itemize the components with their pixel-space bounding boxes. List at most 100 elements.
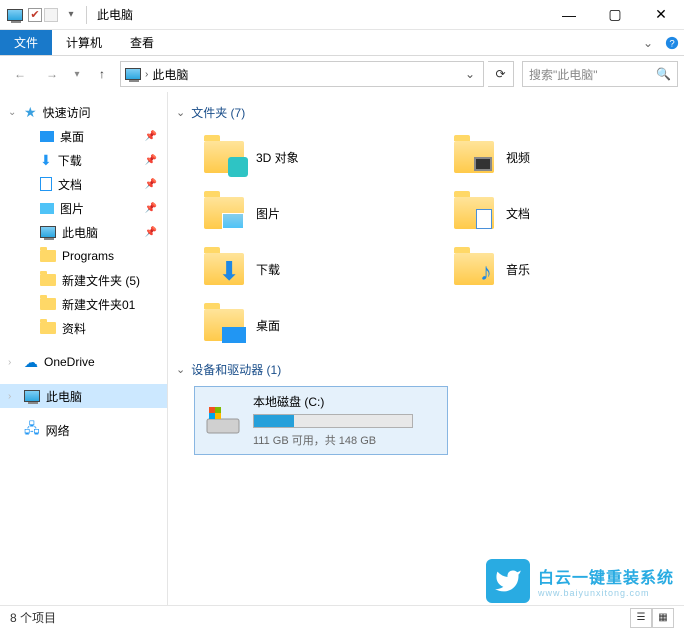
drive-icon [203,401,243,441]
drive-c[interactable]: 本地磁盘 (C:) 111 GB 可用，共 148 GB [194,386,448,455]
details-view-button[interactable]: ☰ [630,608,652,628]
sidebar-item-label: Programs [62,249,114,263]
download-icon: ⬇ [40,152,52,169]
star-icon: ★ [24,104,37,121]
folder-label: 3D 对象 [256,149,299,166]
sidebar-item-label: 此电脑 [62,224,98,241]
sidebar-quick-access[interactable]: ⌄ ★ 快速访问 [0,100,167,124]
placeholder-icon[interactable] [44,8,58,22]
chevron-right-icon[interactable]: › [8,391,11,402]
document-icon [452,191,496,235]
folder-label: 下载 [256,261,280,278]
address-dropdown-icon[interactable]: ⌄ [461,67,479,81]
icons-view-button[interactable]: ▦ [652,608,674,628]
recent-dropdown-icon[interactable]: ▾ [70,60,84,88]
group-header-drives[interactable]: ⌄ 设备和驱动器 (1) [176,361,684,378]
pin-icon: 📌 [145,227,157,238]
group-header-folders[interactable]: ⌄ 文件夹 (7) [176,104,684,121]
sidebar-item-label: 新建文件夹01 [62,296,135,313]
chevron-down-icon[interactable]: ⌄ [176,106,185,119]
pc-icon [125,68,141,80]
music-icon: ♪ [452,247,496,291]
main-area: ⌄ ★ 快速访问 桌面📌 ⬇下载📌 文档📌 图片📌 此电脑📌 Programs … [0,92,684,605]
sidebar-item-label: 文档 [58,176,82,193]
cloud-icon: ☁ [24,354,38,371]
sidebar: ⌄ ★ 快速访问 桌面📌 ⬇下载📌 文档📌 图片📌 此电脑📌 Programs … [0,92,168,605]
sidebar-item-desktop[interactable]: 桌面📌 [0,124,167,148]
sidebar-thispc[interactable]: › 此电脑 [0,384,167,408]
breadcrumb-location[interactable]: 此电脑 [152,66,188,83]
sidebar-onedrive[interactable]: › ☁ OneDrive [0,350,167,374]
pc-icon [40,226,56,238]
ribbon-tabs: 文件 计算机 查看 ⌄ ? [0,30,684,56]
drive-name: 本地磁盘 (C:) [253,393,439,410]
tab-view[interactable]: 查看 [116,30,168,55]
watermark-line1: 白云一键重装系统 [538,564,674,588]
folder-desktop[interactable]: 桌面 [176,297,426,353]
status-text: 8 个项目 [10,609,56,626]
search-placeholder: 搜索"此电脑" [529,66,598,83]
folder-music[interactable]: ♪ 音乐 [426,241,676,297]
sidebar-item-ziliao[interactable]: 资料 [0,316,167,340]
sidebar-item-documents[interactable]: 文档📌 [0,172,167,196]
sidebar-item-pictures[interactable]: 图片 📌 [0,196,167,220]
breadcrumb[interactable]: › 此电脑 [125,66,188,83]
chevron-down-icon[interactable]: ⌄ [176,363,185,376]
folder-icon [40,274,56,286]
folder-3dobjects[interactable]: 3D 对象 [176,129,426,185]
search-icon[interactable]: 🔍 [656,67,671,81]
up-button[interactable]: ↑ [88,60,116,88]
tab-computer[interactable]: 计算机 [52,30,116,55]
watermark-icon [486,559,530,603]
folder-pictures[interactable]: 图片 [176,185,426,241]
forward-button[interactable]: → [38,60,66,88]
folder-label: 图片 [256,205,280,222]
chevron-right-icon[interactable]: › [145,69,148,80]
tab-file[interactable]: 文件 [0,30,52,55]
help-icon[interactable]: ? [660,30,684,55]
video-icon [452,135,496,179]
quick-access-toolbar: ✔ ▾ [0,4,82,26]
sidebar-item-label: 图片 [60,200,84,217]
watermark: 白云一键重装系统 www.baiyunxitong.com [486,559,674,603]
sidebar-item-downloads[interactable]: ⬇下载📌 [0,148,167,172]
back-button[interactable]: ← [6,60,34,88]
maximize-button[interactable]: ▢ [592,0,638,30]
qat-dropdown-icon[interactable]: ▾ [60,4,82,26]
ribbon-expand-icon[interactable]: ⌄ [636,30,660,55]
sidebar-item-label: 新建文件夹 (5) [62,272,140,289]
svg-text:?: ? [669,38,674,49]
folder-icon [40,322,56,334]
folder-label: 视频 [506,149,530,166]
3d-icon [202,135,246,179]
drive-usage-bar [253,414,413,428]
pin-icon: 📌 [145,155,157,166]
folder-label: 音乐 [506,261,530,278]
title-bar: ✔ ▾ 此电脑 — ▢ ✕ [0,0,684,30]
close-button[interactable]: ✕ [638,0,684,30]
search-input[interactable]: 搜索"此电脑" 🔍 [522,61,678,87]
chevron-right-icon[interactable]: › [8,357,11,368]
folder-icon [40,298,56,310]
chevron-down-icon[interactable]: ⌄ [8,107,16,118]
refresh-button[interactable]: ⟳ [488,61,514,87]
sidebar-item-programs[interactable]: Programs [0,244,167,268]
sidebar-item-thispc[interactable]: 此电脑 📌 [0,220,167,244]
folder-videos[interactable]: 视频 [426,129,676,185]
checkbox-icon[interactable]: ✔ [28,8,42,22]
address-bar[interactable]: › 此电脑 ⌄ [120,61,484,87]
sidebar-item-label: 网络 [46,422,70,439]
folder-downloads[interactable]: ⬇下载 [176,241,426,297]
sidebar-network[interactable]: 🖧网络 [0,418,167,442]
sidebar-item-label: OneDrive [44,355,95,369]
sidebar-item-label: 此电脑 [46,388,82,405]
group-title: 设备和驱动器 (1) [191,361,281,378]
window-buttons: — ▢ ✕ [546,0,684,30]
sidebar-item-newfolder01[interactable]: 新建文件夹01 [0,292,167,316]
pin-icon: 📌 [145,203,157,214]
desktop-icon [40,131,54,142]
pc-icon [24,390,40,402]
folder-documents[interactable]: 文档 [426,185,676,241]
minimize-button[interactable]: — [546,0,592,30]
sidebar-item-newfolder5[interactable]: 新建文件夹 (5) [0,268,167,292]
